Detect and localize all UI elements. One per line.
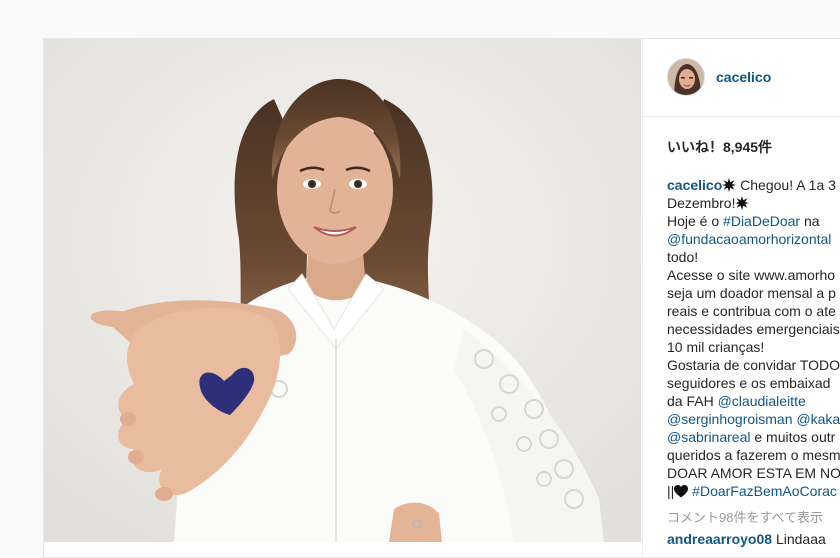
caption-text: Hoje é o xyxy=(667,213,724,229)
caption-line: DOAR AMOR ESTA EM NO xyxy=(667,464,840,482)
caption-text: Dezembro! xyxy=(667,195,736,211)
caption-line: reais e contribua com o ate xyxy=(667,302,840,320)
caption-line: necessidades emergenciais xyxy=(667,320,840,338)
caption-text: Gostaria de convidar TODO xyxy=(667,357,840,373)
caption-line: seja um doador mensal a p xyxy=(667,284,840,302)
hashtag-link[interactable]: #DoarFazBemAoCorac xyxy=(692,483,837,499)
post-caption: cacelico Chegou! A 1a 3 Dezembro! Hoje é o… xyxy=(667,176,840,500)
comment-item: andreaarroyo08 Lindaaa xyxy=(667,531,826,547)
caption-username-link[interactable]: cacelico xyxy=(667,177,722,193)
hashtag-link[interactable]: #DiaDeDoar xyxy=(723,213,800,229)
comment-username-link[interactable]: andreaarroyo08 xyxy=(667,531,772,547)
caption-line: Hoje é o #DiaDeDoar na xyxy=(667,212,840,230)
caption-line: @serginhogroisman @kaka xyxy=(667,410,840,428)
username-link[interactable]: cacelico xyxy=(716,69,771,85)
caption-line: 10 mil crianças! xyxy=(667,338,840,356)
caption-text: da FAH xyxy=(667,393,718,409)
post-photo[interactable] xyxy=(44,39,641,542)
caption-text: na xyxy=(800,213,820,229)
caption-text: reais e contribua com o ate xyxy=(667,303,836,319)
caption-line: Acesse o site www.amorho xyxy=(667,266,840,284)
mention-link[interactable]: @sabrinareal xyxy=(667,429,750,445)
caption-line: da FAH @claudialeitte xyxy=(667,392,840,410)
avatar[interactable] xyxy=(667,58,705,96)
caption-text: queridos a fazerem o mesm xyxy=(667,447,840,463)
mention-link[interactable]: @claudialeitte xyxy=(718,393,806,409)
caption-line: Gostaria de convidar TODO xyxy=(667,356,840,374)
caption-text: Chegou! A 1a 3 xyxy=(736,177,836,193)
mention-link[interactable]: @fundacaoamorhorizontal xyxy=(667,231,831,247)
mention-link[interactable]: @serginhogroisman xyxy=(667,411,793,427)
caption-text: e muitos outr xyxy=(750,429,836,445)
caption-text: 10 mil crianças! xyxy=(667,339,765,355)
caption-text: todo! xyxy=(667,249,699,265)
caption-line: queridos a fazerem o mesm xyxy=(667,446,840,464)
caption-line: cacelico Chegou! A 1a 3 xyxy=(667,176,840,194)
caption-text: seguidores e os embaixad xyxy=(667,375,831,391)
view-all-comments-link[interactable]: コメント98件をすべて表示 xyxy=(667,507,823,526)
caption-text: || xyxy=(667,483,675,499)
caption-text: seja um doador mensal a p xyxy=(667,285,836,301)
instagram-post: cacelico いいね！8,945件 cacelico Chegou! A 1… xyxy=(43,38,840,558)
caption-text: Acesse o site www.amorho xyxy=(667,267,836,283)
heart-emoji-icon xyxy=(674,484,689,502)
caption-line: || #DoarFazBemAoCorac xyxy=(667,482,840,500)
caption-line: Dezembro! xyxy=(667,194,840,212)
likes-count[interactable]: いいね！8,945件 xyxy=(667,137,772,157)
avatar-image xyxy=(668,59,704,95)
mention-link[interactable]: @kaka xyxy=(796,411,840,427)
caption-text: necessidades emergenciais xyxy=(667,321,840,337)
comment-text: Lindaaa xyxy=(772,531,826,547)
caption-line: todo! xyxy=(667,248,840,266)
caption-line: seguidores e os embaixad xyxy=(667,374,840,392)
caption-line: @fundacaoamorhorizontal xyxy=(667,230,840,248)
photo-woman-heart-palm xyxy=(44,39,641,542)
post-sidebar: cacelico いいね！8,945件 cacelico Chegou! A 1… xyxy=(642,39,840,557)
caption-text: DOAR AMOR ESTA EM NO xyxy=(667,465,840,481)
caption-line: @sabrinareal e muitos outr xyxy=(667,428,840,446)
post-header: cacelico xyxy=(643,39,840,117)
